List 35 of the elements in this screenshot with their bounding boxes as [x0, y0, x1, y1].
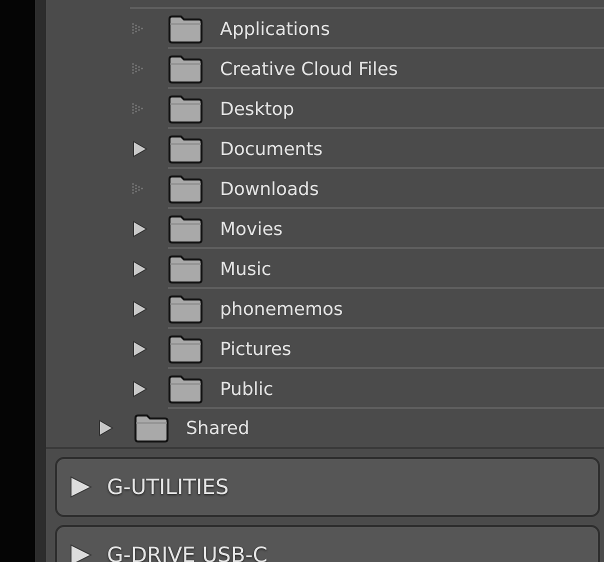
volume-name: G-DRIVE USB-C [107, 543, 268, 562]
expand-arrow-icon[interactable] [132, 340, 148, 358]
volume-name: G-UTILITIES [107, 475, 229, 499]
expand-arrow-icon[interactable] [132, 380, 148, 398]
folder-icon [168, 254, 203, 284]
folder-name[interactable]: Shared [186, 418, 250, 438]
folder-icon [168, 14, 203, 44]
folder-icon [134, 414, 169, 442]
expand-arrow-icon[interactable] [132, 260, 148, 278]
volume-header[interactable]: G-UTILITIES [55, 457, 600, 517]
folder-name[interactable]: Movies [220, 218, 283, 240]
disclosure-triangle-icon[interactable] [69, 543, 93, 562]
folder-icon [168, 374, 203, 404]
folder-name[interactable]: Downloads [220, 178, 319, 200]
volume-header[interactable]: G-DRIVE USB-C [55, 525, 600, 562]
folder-icon [168, 214, 203, 244]
folder-name[interactable]: Creative Cloud Files [220, 58, 398, 80]
folder-name[interactable]: Public [220, 378, 274, 400]
folder-name[interactable]: Desktop [220, 98, 294, 120]
folder-icon [168, 54, 203, 84]
folder-icon [168, 294, 203, 324]
folder-icon [168, 94, 203, 124]
expand-arrow-icon[interactable] [132, 140, 148, 158]
folder-name[interactable]: Pictures [220, 338, 292, 360]
expand-arrow-icon[interactable] [132, 300, 148, 318]
folder-name[interactable]: Applications [220, 18, 330, 40]
folder-name[interactable]: Documents [220, 138, 323, 160]
folder-name[interactable]: Music [220, 258, 272, 280]
disclosure-triangle-icon[interactable] [69, 475, 93, 499]
expand-arrow-icon[interactable] [132, 220, 148, 238]
folder-name[interactable]: phonememos [220, 298, 343, 320]
expand-arrow-icon[interactable] [98, 419, 114, 437]
folder-icon [168, 334, 203, 364]
folder-icon [168, 174, 203, 204]
folder-icon [168, 134, 203, 164]
